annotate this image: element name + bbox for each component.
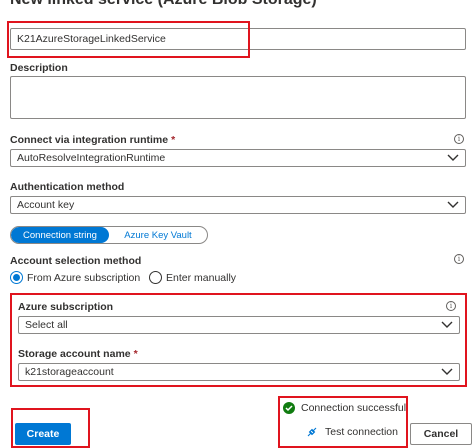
test-connection-label: Test connection <box>325 426 398 438</box>
subscription-value: Select all <box>25 319 68 331</box>
runtime-select[interactable]: AutoResolveIntegrationRuntime <box>10 149 466 167</box>
chevron-down-icon <box>441 321 453 328</box>
auth-select[interactable]: Account key <box>10 196 466 214</box>
chevron-down-icon <box>441 368 453 375</box>
radio-from-subscription[interactable]: From Azure subscription <box>10 271 140 284</box>
status-text: Connection successful <box>301 402 407 414</box>
auth-value: Account key <box>17 199 75 211</box>
description-textarea[interactable] <box>10 76 466 119</box>
page-title: New linked service (Azure Blob Storage) <box>10 0 317 9</box>
test-connection-button[interactable]: Test connection <box>306 426 398 438</box>
runtime-value: AutoResolveIntegrationRuntime <box>17 152 166 164</box>
description-label: Description <box>10 62 68 74</box>
chevron-down-icon <box>447 201 459 208</box>
name-input[interactable]: K21AzureStorageLinkedService <box>10 28 466 50</box>
account-selection-label: Account selection method <box>10 255 142 267</box>
storage-select[interactable]: k21storageaccount <box>18 363 460 381</box>
toggle-azure-key-vault[interactable]: Azure Key Vault <box>109 227 207 243</box>
subscription-label: Azure subscription <box>18 301 114 313</box>
radio-label: From Azure subscription <box>27 271 141 284</box>
check-circle-icon <box>283 402 295 414</box>
info-icon[interactable]: i <box>446 301 456 311</box>
chevron-down-icon <box>447 154 459 161</box>
connection-status: Connection successful <box>283 402 406 414</box>
toggle-connection-string[interactable]: Connection string <box>11 227 109 243</box>
connection-type-toggle: Connection string Azure Key Vault <box>10 226 208 244</box>
storage-value: k21storageaccount <box>25 366 114 378</box>
radio-label: Enter manually <box>166 271 237 284</box>
auth-label: Authentication method <box>10 181 125 193</box>
cancel-button[interactable]: Cancel <box>410 423 472 445</box>
plug-icon <box>307 427 317 437</box>
runtime-label: Connect via integration runtime * <box>10 134 176 146</box>
subscription-select[interactable]: Select all <box>18 316 460 334</box>
info-icon[interactable]: i <box>454 134 464 144</box>
radio-enter-manually[interactable]: Enter manually <box>149 271 236 284</box>
storage-label: Storage account name * <box>18 348 138 360</box>
create-button[interactable]: Create <box>15 423 71 445</box>
info-icon[interactable]: i <box>454 254 464 264</box>
radio-selected-icon <box>10 271 23 284</box>
radio-unselected-icon <box>149 271 162 284</box>
